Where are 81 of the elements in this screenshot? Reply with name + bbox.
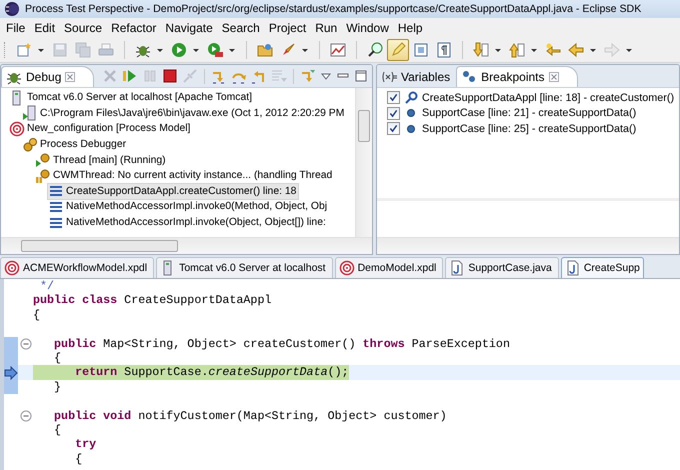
editor-tab[interactable]: DemoModel.xpdl [334, 257, 444, 278]
code-line: */ [39, 279, 54, 294]
right-arrow-icon [604, 42, 620, 58]
code-line: try [74, 437, 96, 452]
menu-item[interactable]: Window [342, 20, 394, 34]
close-icon[interactable] [548, 72, 559, 82]
view-tab[interactable]: Variables [377, 67, 456, 87]
menu-item[interactable]: Search [218, 20, 265, 34]
code-line: public class CreateSupportDataAppl [33, 293, 272, 308]
code-editor[interactable] [0, 279, 680, 470]
menu-item[interactable]: Help [394, 20, 428, 34]
horizontal-scrollbar[interactable] [1, 237, 372, 254]
folder-icon [257, 42, 273, 58]
new-file-icon [16, 42, 32, 58]
chart-icon [330, 42, 346, 58]
close-icon[interactable] [65, 72, 76, 82]
view-tab[interactable]: Debug [1, 66, 94, 87]
eclipse-logo-icon [4, 1, 20, 17]
play-toolbox-icon [207, 42, 223, 58]
variable-icon [381, 69, 397, 85]
checkbox[interactable] [387, 122, 400, 136]
editor-tab[interactable]: SupportCase.java [445, 257, 559, 278]
gear-pause-icon [35, 168, 51, 184]
server-play-icon [22, 105, 38, 122]
menu-item[interactable]: Run [311, 20, 342, 34]
editor-tab[interactable]: ACMEWorkflowModel.xpdl [0, 257, 154, 278]
code-line: { [74, 452, 82, 466]
collapse-icon[interactable] [20, 410, 32, 422]
tree-item[interactable]: C:\Program Files\Java\jre6\bin\javaw.exe (Oct 1, 2012 2:20:29 PM [22, 106, 346, 122]
checkbox[interactable] [387, 91, 400, 104]
rocket-icon [280, 42, 296, 58]
checkbox[interactable] [387, 106, 400, 120]
tree-item[interactable]: Tomcat v6.0 Server at localhost [Apache Tomcat] [9, 90, 254, 106]
highlighter-icon [390, 42, 406, 58]
square-icon [413, 42, 429, 58]
code-line: public void notifyCustomer(Map<String, Object> customer) [53, 408, 447, 423]
menu-item[interactable]: Navigate [161, 20, 218, 34]
tree-item[interactable]: NativeMethodAccessorImpl.invoke0(Method, Object, Obj [48, 199, 330, 215]
tree-item[interactable]: Thread [main] (Running) [35, 152, 168, 168]
menu-item[interactable]: Refactor [107, 20, 162, 34]
code-line: { [53, 350, 62, 366]
stop-icon[interactable] [162, 68, 178, 84]
tree-item[interactable]: NativeMethodAccessorImpl.invoke(Object, Object[]) line: [48, 214, 328, 230]
code-line: { [53, 422, 62, 438]
tree-item[interactable]: New_configuration [Process Model] [9, 121, 192, 137]
gear-play-icon [35, 152, 51, 168]
arrow-down-icon [473, 42, 489, 58]
editor-tab[interactable]: Tomcat v6.0 Server at localhost [156, 257, 333, 278]
left-arrow-icon [568, 42, 584, 58]
code-line: { [33, 308, 40, 322]
play-icon [171, 42, 187, 58]
vertical-scrollbar[interactable] [355, 88, 372, 237]
code-line: public Map<String, Object> createCustomer() throws ParseException [53, 336, 510, 351]
star-arrow-icon [545, 42, 561, 58]
maximize-icon[interactable] [354, 69, 368, 83]
resume-icon[interactable] [122, 68, 138, 84]
collapse-icon[interactable] [20, 338, 32, 350]
tree-item[interactable]: CreateSupportDataAppl.createCustomer() line: 18 [48, 184, 298, 200]
menu-item[interactable]: Edit [30, 20, 60, 34]
view-tab[interactable]: Breakpoints [456, 66, 578, 87]
menu-item[interactable]: Project [264, 20, 312, 34]
gears-icon [22, 136, 38, 153]
menu-item[interactable]: File [2, 20, 30, 34]
window-title: Process Test Perspective - DemoProject/src/org/eclipse/stardust/examples/supportcase/CreateSupportDataAppl.java - Eclipse SDK [25, 3, 642, 15]
java-file-icon [564, 260, 581, 276]
floppies-icon [75, 42, 91, 58]
printer-icon [98, 42, 114, 58]
horizontal-scrollbar[interactable] [377, 237, 679, 254]
code-line: } [53, 380, 62, 394]
tree-item[interactable]: Process Debugger [22, 136, 128, 152]
pilcrow-icon [436, 42, 452, 58]
breakpoint-item[interactable]: SupportCase [line: 25] - createSupportData() [422, 122, 636, 135]
breakpoint-item[interactable]: CreateSupportDataAppl [line: 18] - createCustomer() [422, 92, 674, 104]
editor-tab[interactable]: CreateSupp [560, 257, 644, 278]
breakpoints-icon [461, 69, 478, 85]
tree-item[interactable]: CWMThread: No current activity instance... (handling Thread [35, 168, 334, 184]
arrow-up-icon [509, 42, 525, 58]
breakpoint-item[interactable]: SupportCase [line: 21] - createSupportData() [422, 107, 636, 120]
floppy-icon [52, 42, 68, 58]
java-file-icon [449, 260, 466, 276]
menu-item[interactable]: Source [60, 20, 108, 34]
